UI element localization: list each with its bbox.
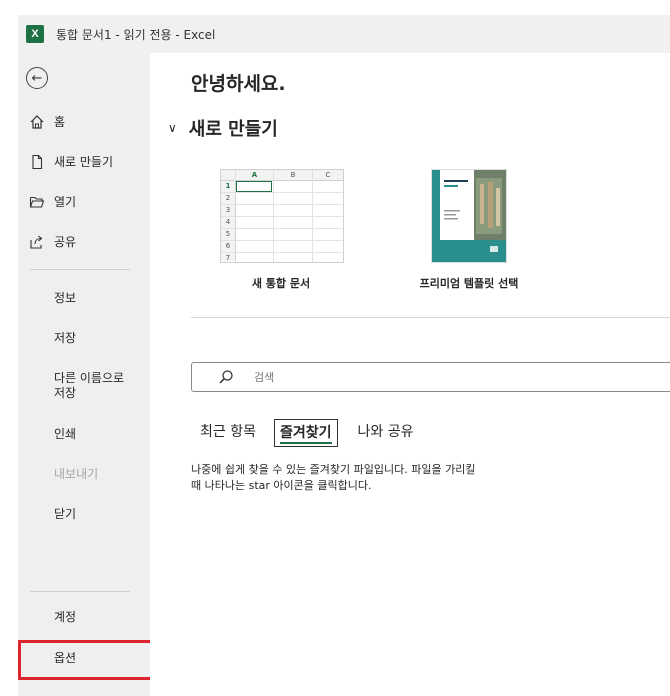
nav-save-as[interactable]: 다른 이름으로 저장 [54,371,138,401]
nav-share-label: 공유 [54,235,77,249]
nav-new[interactable]: 새로 만들기 [18,153,150,170]
premium-template-thumbnail[interactable] [432,170,506,262]
file-tabs: 최근 항목 즐겨찾기 나와 공유 [196,419,434,447]
row-header: 2 [221,193,236,205]
sidebar-divider [30,269,130,270]
column-header: A [236,170,274,181]
description-line: 나중에 쉽게 찾을 수 있는 즐겨찾기 파일입니다. 파일을 가리킬 [191,463,476,476]
nav-print[interactable]: 인쇄 [54,427,76,442]
backstage-sidebar: ← 홈 새로 만들기 열기 공유 정보 저장 다른 이름으로 저장 인쇄 내보내… [18,53,153,696]
favorites-description: 나중에 쉽게 찾을 수 있는 즐겨찾기 파일입니다. 파일을 가리킬 때 나타나… [191,462,551,494]
excel-logo-icon: X [26,25,44,43]
backstage-main: 안녕하세요. ∨ 새로 만들기 A B C 1 2 3 4 5 6 7 새 통합… [150,53,670,696]
nav-close[interactable]: 닫기 [54,507,76,522]
search-icon [218,369,234,385]
row-header: 3 [221,205,236,217]
nav-save[interactable]: 저장 [54,331,76,346]
search-box[interactable] [191,362,670,392]
column-header: B [274,170,313,181]
share-icon [28,234,46,250]
active-tab-indicator [279,442,332,444]
report-cover-image [432,170,506,262]
nav-open-label: 열기 [54,195,77,209]
tab-shared[interactable]: 나와 공유 [354,419,418,447]
blank-workbook-label[interactable]: 새 통합 문서 [220,275,342,291]
blank-workbook-thumbnail[interactable]: A B C 1 2 3 4 5 6 7 [220,169,344,263]
title-bar: X 통합 문서1 - 읽기 전용 - Excel [18,15,670,53]
row-header: 5 [221,229,236,241]
tab-favorites[interactable]: 즐겨찾기 [273,419,338,447]
greeting-heading: 안녕하세요. [191,73,286,95]
tab-recent[interactable]: 최근 항목 [196,419,260,447]
selected-cell [236,181,272,192]
tab-favorites-label: 즐겨찾기 [279,425,332,441]
home-icon [28,114,46,130]
nav-account[interactable]: 계정 [54,610,76,625]
sidebar-divider-bottom [30,591,130,592]
description-line: 때 나타나는 star 아이콘을 클릭합니다. [191,479,372,492]
window-title: 통합 문서1 - 읽기 전용 - Excel [56,27,216,42]
row-header: 4 [221,217,236,229]
new-section-header[interactable]: ∨ 새로 만들기 [168,115,278,141]
row-header: 6 [221,241,236,253]
column-header: C [313,170,343,181]
nav-home-label: 홈 [54,115,66,129]
chevron-down-icon: ∨ [168,121,177,135]
row-header: 7 [221,253,236,262]
back-arrow-icon[interactable]: ← [26,67,48,89]
section-divider [191,317,670,318]
options-highlight-box [18,640,153,680]
nav-share[interactable]: 공유 [18,233,150,250]
nav-new-label: 새로 만들기 [54,155,114,169]
nav-open[interactable]: 열기 [18,193,150,210]
nav-info[interactable]: 정보 [54,291,76,306]
nav-export: 내보내기 [54,467,99,481]
folder-open-icon [28,194,46,210]
search-input[interactable] [252,369,556,385]
row-header: 1 [221,181,236,193]
new-section-title: 새로 만들기 [188,119,278,140]
premium-template-label[interactable]: 프리미엄 템플릿 선택 [390,275,548,291]
new-file-icon [28,154,46,170]
nav-home[interactable]: 홈 [18,113,150,130]
